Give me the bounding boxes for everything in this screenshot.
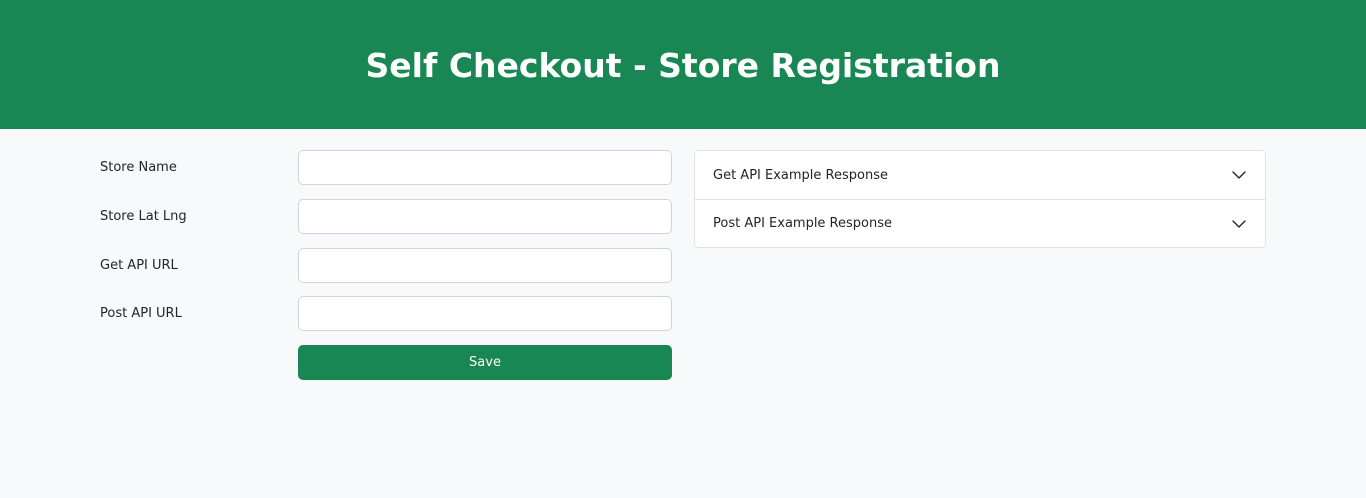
get-api-url-label: Get API URL <box>100 258 178 273</box>
save-button[interactable]: Save <box>298 345 672 380</box>
page-header: Self Checkout - Store Registration <box>0 0 1366 129</box>
page-title: Self Checkout - Store Registration <box>365 46 1001 85</box>
store-name-input[interactable] <box>298 150 672 185</box>
accordion-item-get-api-response[interactable]: Get API Example Response <box>695 151 1265 199</box>
api-response-accordion: Get API Example Response Post API Exampl… <box>694 150 1266 248</box>
store-name-row: Store Name <box>100 150 672 185</box>
accordion-item-label: Post API Example Response <box>713 216 892 231</box>
store-lat-lng-row: Store Lat Lng <box>100 199 672 234</box>
post-api-url-row: Post API URL <box>100 296 672 331</box>
get-api-url-input[interactable] <box>298 248 672 283</box>
get-api-url-row: Get API URL <box>100 248 672 283</box>
store-name-label: Store Name <box>100 160 177 175</box>
accordion-item-post-api-response[interactable]: Post API Example Response <box>695 199 1265 247</box>
store-lat-lng-input[interactable] <box>298 199 672 234</box>
post-api-url-input[interactable] <box>298 296 672 331</box>
chevron-down-icon <box>1232 171 1246 179</box>
store-lat-lng-label: Store Lat Lng <box>100 209 187 224</box>
post-api-url-label: Post API URL <box>100 306 182 321</box>
accordion-item-label: Get API Example Response <box>713 167 888 183</box>
chevron-down-icon <box>1232 219 1246 228</box>
